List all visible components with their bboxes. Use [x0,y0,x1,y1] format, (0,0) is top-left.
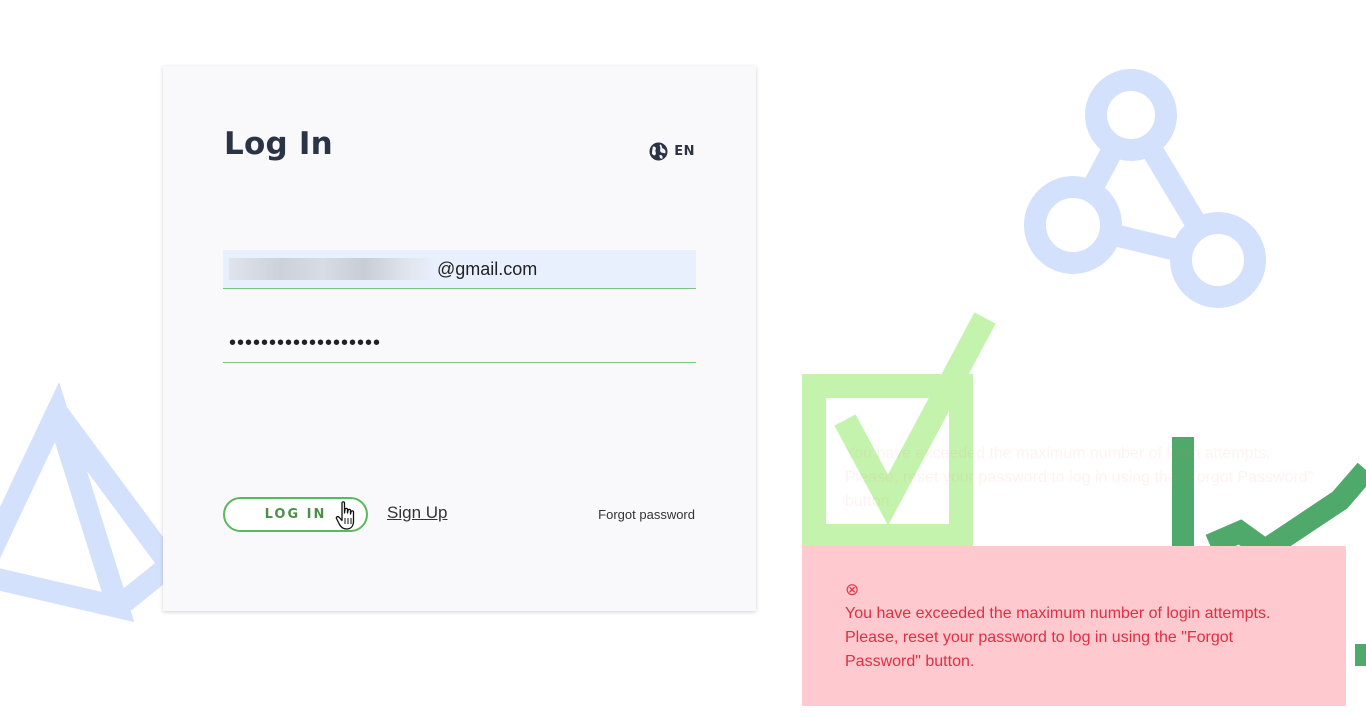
login-button[interactable]: LOG IN [223,497,368,532]
login-card: Log In EN LOG IN Sign Up Forgot password [163,66,756,611]
checkbox-decoration [802,312,996,548]
pyramid-decoration [0,381,179,623]
molecule-decoration [1024,69,1266,308]
login-page: You have exceeded the maximum number of … [0,0,1366,717]
forgot-password-link[interactable]: Forgot password [598,507,695,522]
page-title: Log In [224,126,333,162]
globe-icon [649,142,668,161]
error-alert: ⊗ You have exceeded the maximum number o… [802,546,1346,706]
email-field[interactable] [223,250,696,289]
language-label: EN [674,144,695,159]
password-field[interactable] [223,324,696,363]
alert-message: You have exceeded the maximum number of … [845,605,1271,670]
language-selector[interactable]: EN [649,142,695,161]
error-circle-x-icon: ⊗ [845,580,860,599]
signup-link[interactable]: Sign Up [387,503,447,523]
